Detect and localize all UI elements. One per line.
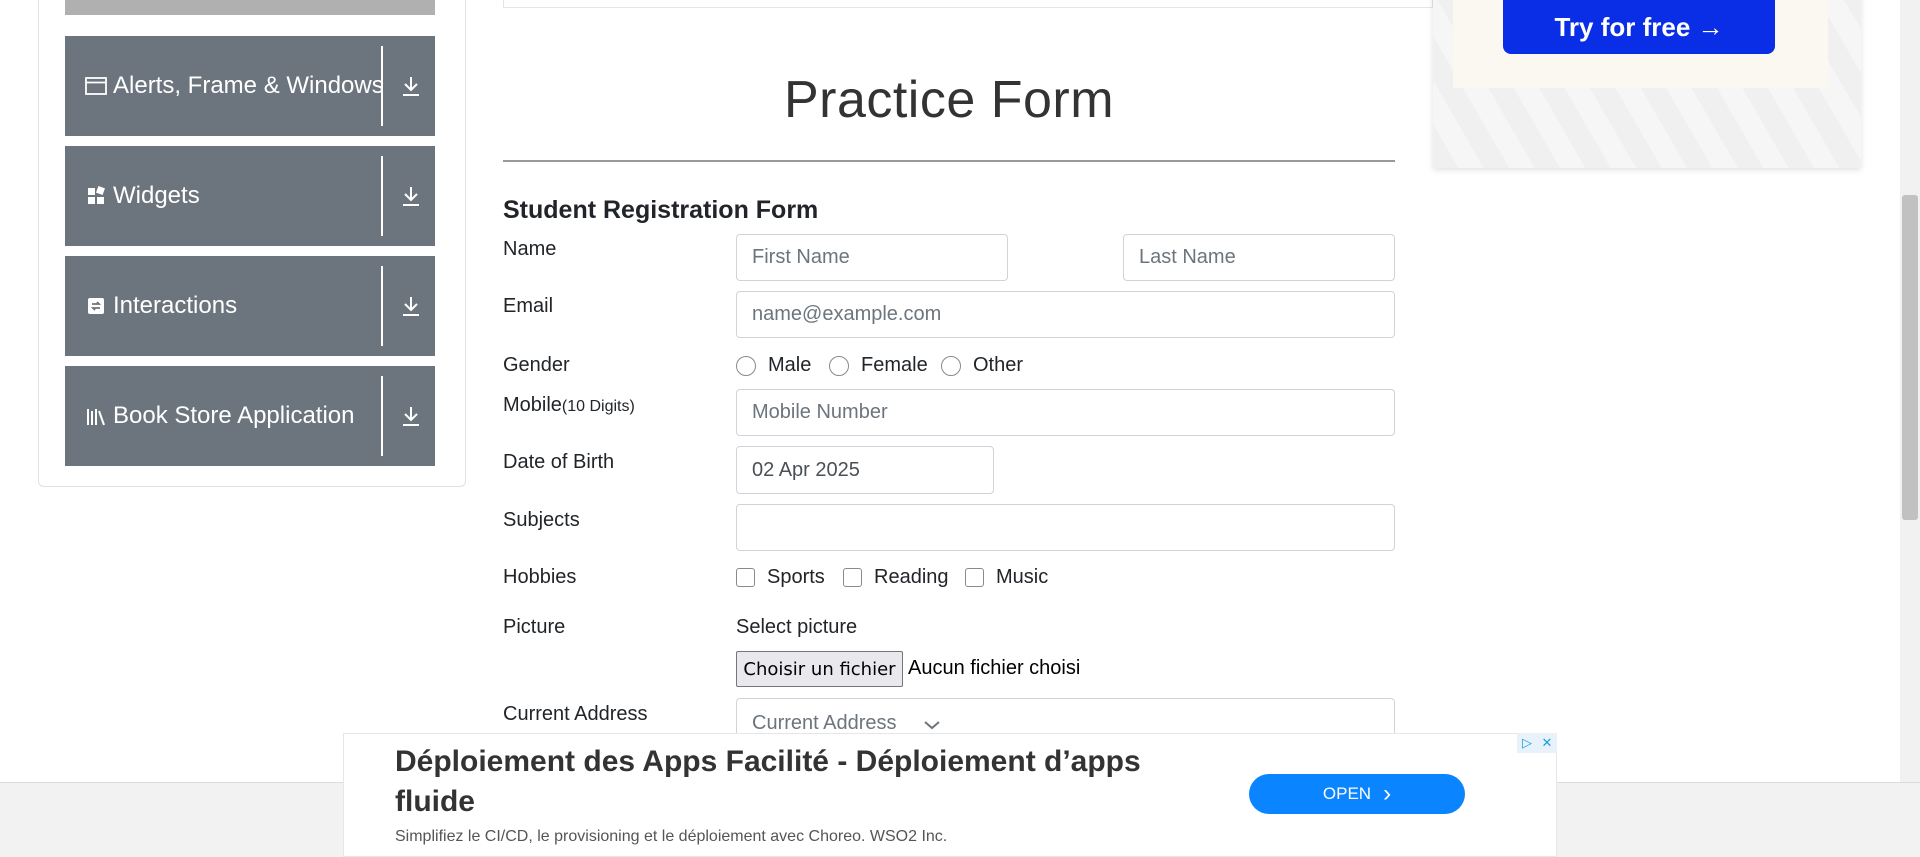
widgets-grid-icon [85,185,107,207]
hobby-checkbox-sports[interactable]: Sports [736,566,825,589]
ad-headline[interactable]: Déploiement des Apps Facilité - Déploiem… [395,742,1215,822]
divider [381,46,383,126]
interactions-icon [85,295,107,317]
name-label: Name [503,238,557,260]
checkbox-box[interactable] [736,568,755,587]
checkbox-box[interactable] [965,568,984,587]
download-icon[interactable] [401,74,421,98]
date-of-birth-input[interactable]: 02 Apr 2025 [736,446,994,494]
address-placeholder: Current Address [752,712,897,734]
divider [381,266,383,346]
ad-choices-badge[interactable]: ▷ ✕ [1517,733,1557,753]
ad-open-button[interactable]: OPEN › [1249,774,1465,814]
download-icon[interactable] [401,184,421,208]
sidebar-previous-group-bottom[interactable] [65,0,435,15]
subjects-input[interactable] [736,504,1395,551]
radio-label: Male [768,354,812,376]
checkbox-label: Reading [874,566,949,588]
first-name-input[interactable]: First Name [736,234,1008,281]
hobby-checkbox-music[interactable]: Music [965,566,1048,589]
sidebar-group-label: Interactions [113,292,238,319]
sidebar-group-alerts-frame-windows[interactable]: Alerts, Frame & Windows [65,36,435,136]
hobby-checkbox-reading[interactable]: Reading [843,566,949,589]
download-icon[interactable] [401,294,421,318]
ad-close-icon[interactable]: ✕ [1537,733,1557,753]
chevron-right-icon: › [1383,780,1392,807]
form-subtitle: Student Registration Form [503,196,819,224]
header-strip [503,0,1433,8]
mobile-label-text: Mobile [503,394,562,416]
mobile-hint: (10 Digits) [561,398,635,415]
radio-label: Other [973,354,1024,376]
top-right-ad[interactable]: Try for free → [1433,0,1861,168]
radio-circle[interactable] [941,355,961,376]
sidebar-group-interactions[interactable]: Interactions [65,256,435,356]
ad-subline: Simplifiez le CI/CD, le provisioning et … [395,828,948,845]
file-status: Aucun fichier choisi [908,657,1081,679]
current-address-label: Current Address [503,703,648,725]
hobbies-label: Hobbies [503,566,577,588]
mobile-label: Mobile(10 Digits) [503,394,635,417]
gender-label: Gender [503,354,570,376]
last-name-input[interactable]: Last Name [1123,234,1395,281]
select-picture-label: Select picture [736,616,858,638]
subjects-label: Subjects [503,509,580,531]
gender-radio-other[interactable]: Other [941,354,1023,377]
books-icon [85,405,107,427]
gender-radio-female[interactable]: Female [829,354,928,377]
email-label: Email [503,295,554,317]
open-button-label: OPEN [1322,784,1372,803]
sidebar-group-label: Widgets [113,182,200,209]
divider [381,376,383,456]
email-input[interactable]: name@example.com [736,291,1395,338]
page: Alerts, Frame & Windows Widgets Interact… [0,0,1920,857]
divider [381,156,383,236]
scrollbar-thumb[interactable] [1902,195,1918,520]
checkbox-box[interactable] [843,568,862,587]
sidebar-group-book-store[interactable]: Book Store Application [65,366,435,466]
download-icon[interactable] [401,404,421,428]
checkbox-label: Sports [767,566,825,588]
ad-choices-icon[interactable]: ▷ [1517,733,1537,753]
choose-file-button[interactable]: Choisir un fichier [736,651,903,687]
browser-window-icon [85,75,107,97]
sidebar-group-label: Alerts, Frame & Windows [113,72,384,99]
dob-label: Date of Birth [503,451,615,473]
radio-label: Female [861,354,928,376]
gender-radio-male[interactable]: Male [736,354,811,377]
mobile-input[interactable]: Mobile Number [736,389,1395,436]
title-divider [503,160,1395,162]
bottom-ad-banner[interactable]: Déploiement des Apps Facilité - Déploiem… [343,733,1557,857]
checkbox-label: Music [996,566,1049,588]
picture-label: Picture [503,616,566,638]
radio-circle[interactable] [736,355,756,376]
try-for-free-button[interactable]: Try for free → [1503,0,1775,54]
sidebar-group-widgets[interactable]: Widgets [65,146,435,246]
radio-circle[interactable] [829,355,849,376]
sidebar-group-label: Book Store Application [113,402,355,429]
page-title: Practice Form [783,71,1115,129]
